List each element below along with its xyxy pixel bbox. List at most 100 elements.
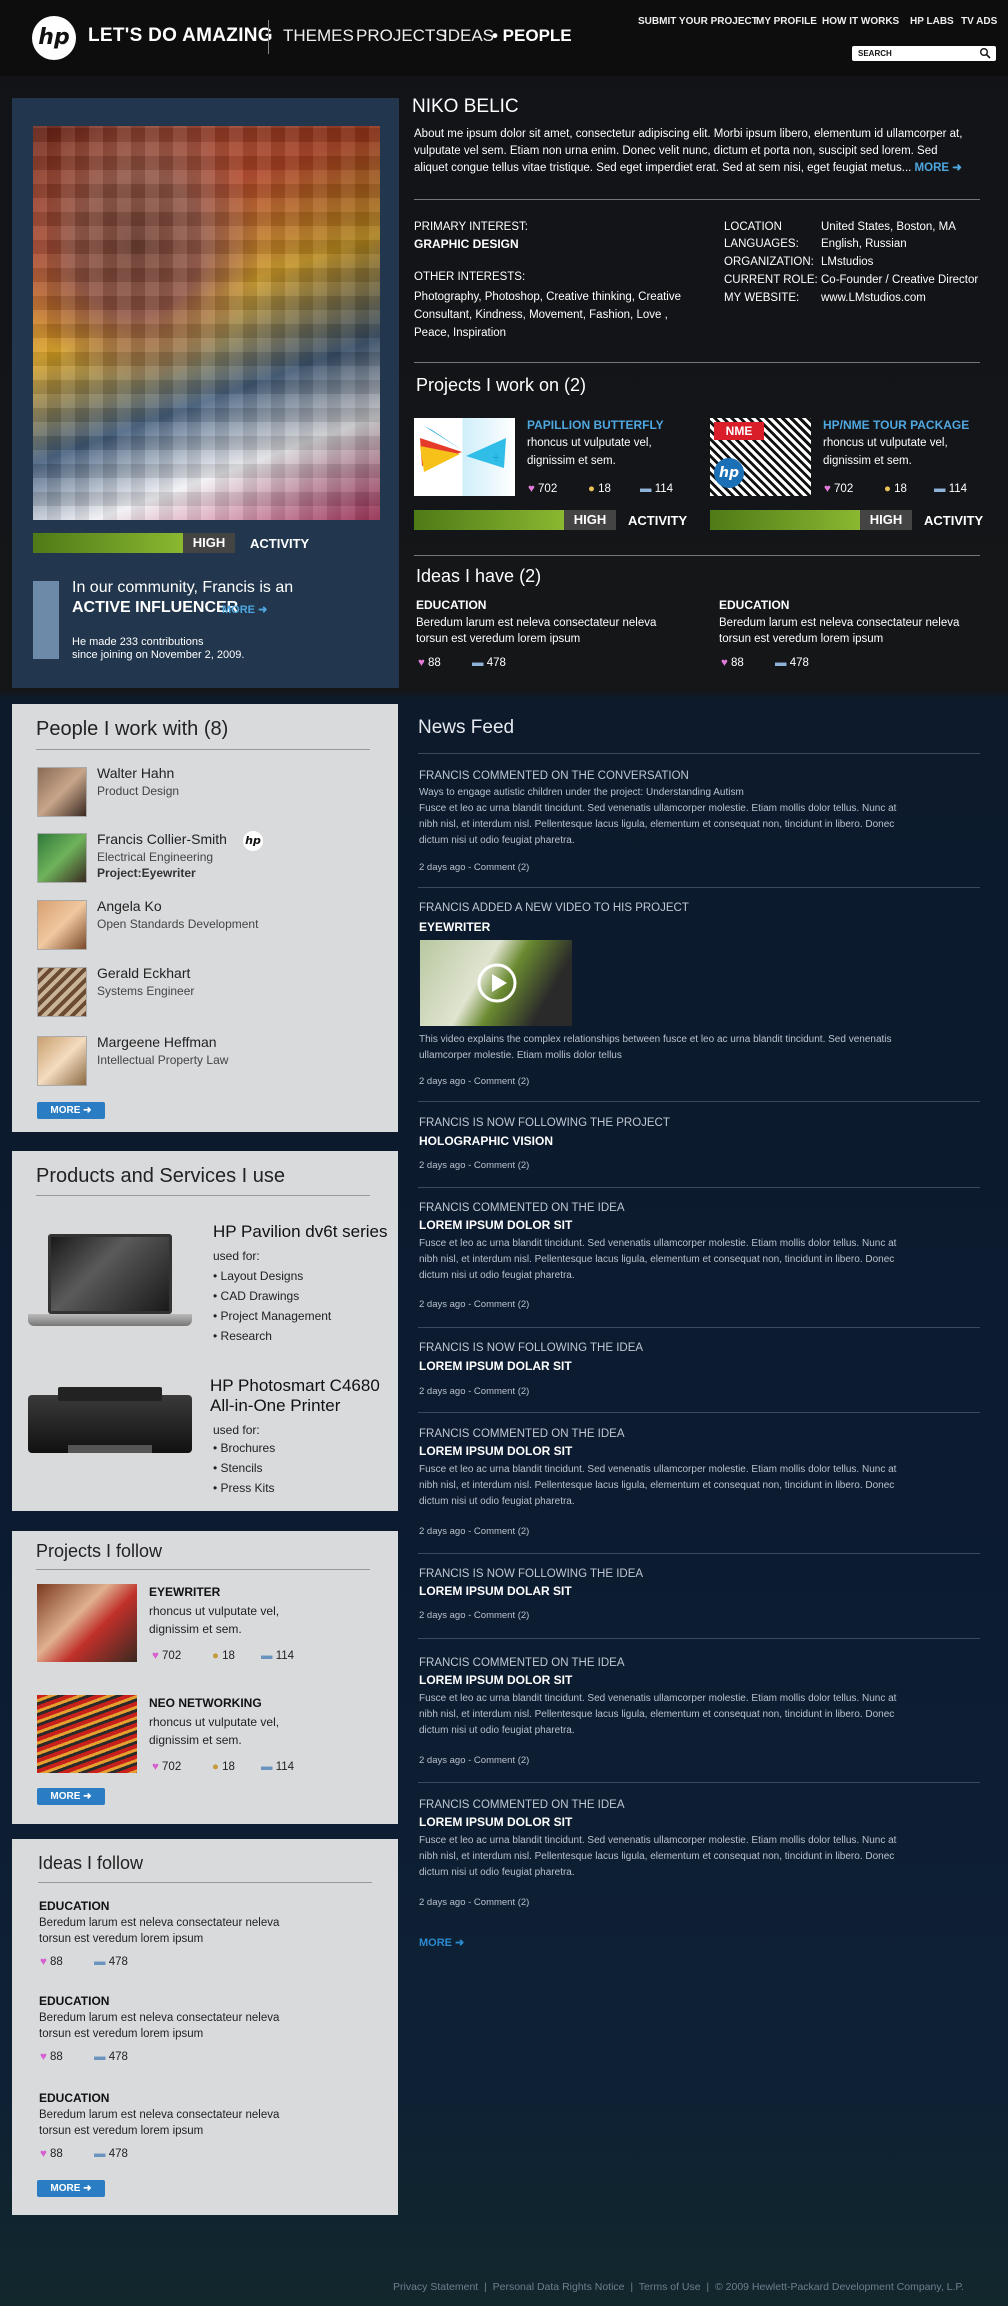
about-more-link[interactable]: MORE ➜ bbox=[915, 162, 962, 174]
project-thumb-nme-tour[interactable]: NME hp bbox=[710, 418, 811, 496]
more-label: MORE bbox=[419, 1937, 452, 1949]
link-my-profile[interactable]: MY PROFILE bbox=[756, 16, 817, 27]
likes-stat: ♥ 702 bbox=[152, 1650, 181, 1662]
project-title-link[interactable]: EYEWRITER bbox=[149, 1585, 220, 1599]
feed-meta-comment-link[interactable]: 2 days ago - Comment (2) bbox=[419, 1897, 529, 1908]
nav-people[interactable]: • PEOPLE bbox=[492, 26, 572, 46]
feed-text: dictum nisi ut odio feugiat pharetra. bbox=[419, 835, 575, 846]
comments-stat: ▬ 478 bbox=[775, 657, 809, 669]
avatar[interactable] bbox=[37, 967, 87, 1017]
avatar[interactable] bbox=[37, 1036, 87, 1086]
more-label: MORE bbox=[50, 1105, 81, 1116]
project-title-link[interactable]: PAPILLION BUTTERFLY bbox=[527, 418, 664, 432]
divider bbox=[418, 1187, 980, 1188]
link-submit-project[interactable]: SUBMIT YOUR PROJECT bbox=[638, 16, 758, 27]
feed-meta-comment-link[interactable]: 2 days ago - Comment (2) bbox=[419, 1610, 529, 1621]
comments-count: 478 bbox=[108, 1956, 128, 1968]
project-thumb-neo-networking[interactable] bbox=[37, 1695, 137, 1773]
product-name[interactable]: HP Photosmart C4680 bbox=[210, 1376, 380, 1396]
feed-text: Fusce et leo ac urna blandit tincidunt. … bbox=[419, 1464, 897, 1475]
nav-ideas[interactable]: IDEAS bbox=[443, 26, 494, 46]
hp-employee-icon: hp bbox=[243, 831, 263, 851]
project-title-link[interactable]: HP/NME TOUR PACKAGE bbox=[823, 418, 969, 432]
feed-subtitle[interactable]: LOREM IPSUM DOLOR SIT bbox=[419, 1444, 572, 1458]
influencer-more-label: MORE bbox=[222, 604, 255, 616]
likes-count: 88 bbox=[50, 2051, 63, 2063]
avatar[interactable] bbox=[37, 767, 87, 817]
tagline: LET'S DO AMAZING bbox=[88, 25, 273, 46]
play-icon[interactable] bbox=[476, 962, 518, 1004]
footer-privacy-link[interactable]: Privacy Statement bbox=[393, 2281, 478, 2293]
likes-stat: ♥ 702 bbox=[824, 483, 853, 495]
feed-subtitle[interactable]: LOREM IPSUM DOLAR SIT bbox=[419, 1584, 572, 1598]
footer-terms-link[interactable]: Terms of Use bbox=[639, 2281, 701, 2293]
project-desc: dignissim et sem. bbox=[823, 455, 912, 467]
feed-subtitle[interactable]: LOREM IPSUM DOLAR SIT bbox=[419, 1359, 572, 1373]
activity-bar bbox=[33, 533, 183, 553]
feed-meta-comment-link[interactable]: 2 days ago - Comment (2) bbox=[419, 1160, 529, 1171]
feed-subtitle[interactable]: LOREM IPSUM DOLOR SIT bbox=[419, 1815, 572, 1829]
search-icon[interactable] bbox=[979, 47, 991, 59]
person-name[interactable]: Walter Hahn bbox=[97, 765, 174, 781]
detail-website[interactable]: www.LMstudios.com bbox=[821, 292, 926, 304]
svg-text:+: + bbox=[492, 449, 500, 465]
feed-meta-comment-link[interactable]: 2 days ago - Comment (2) bbox=[419, 1076, 529, 1087]
about-text: About me ipsum dolor sit amet, consectet… bbox=[414, 128, 963, 174]
search-input[interactable]: SEARCH bbox=[852, 46, 996, 61]
feed-meta-comment-link[interactable]: 2 days ago - Comment (2) bbox=[419, 1526, 529, 1537]
influencer-more-link[interactable]: MORE ➜ bbox=[222, 603, 267, 616]
feed-subtitle[interactable]: HOLOGRAPHIC VISION bbox=[419, 1134, 553, 1148]
feed-meta-comment-link[interactable]: 2 days ago - Comment (2) bbox=[419, 862, 529, 873]
hp-logo[interactable]: hp bbox=[32, 16, 76, 60]
link-how-it-works[interactable]: HOW IT WORKS bbox=[822, 16, 899, 27]
feed-more-link[interactable]: MORE ➜ bbox=[419, 1936, 464, 1949]
comment-icon: ▬ bbox=[94, 2148, 106, 2160]
product-name[interactable]: HP Pavilion dv6t series bbox=[213, 1222, 388, 1242]
link-hp-labs[interactable]: HP LABS bbox=[910, 16, 954, 27]
feed-subtitle[interactable]: LOREM IPSUM DOLOR SIT bbox=[419, 1218, 572, 1232]
profile-name: NIKO BELIC bbox=[412, 96, 519, 117]
person-name[interactable]: Francis Collier-Smith bbox=[97, 831, 227, 847]
activity-label: ACTIVITY bbox=[924, 513, 984, 528]
feed-meta-comment-link[interactable]: 2 days ago - Comment (2) bbox=[419, 1299, 529, 1310]
projects-follow-more-button[interactable]: MORE ➜ bbox=[37, 1788, 105, 1805]
idea-text: Beredum larum est neleva consectateur ne… bbox=[39, 1917, 280, 1929]
project-thumb-papillion[interactable]: + bbox=[414, 418, 515, 496]
project-title-link[interactable]: NEO NETWORKING bbox=[149, 1696, 262, 1710]
avatar[interactable] bbox=[37, 833, 87, 883]
link-tv-ads[interactable]: TV ADS bbox=[961, 16, 997, 27]
feed-heading: FRANCIS IS NOW FOLLOWING THE IDEA bbox=[419, 1568, 644, 1580]
feed-subtitle[interactable]: LOREM IPSUM DOLOR SIT bbox=[419, 1673, 572, 1687]
idea-text: torsun est veredum lorem ipsum bbox=[39, 2028, 204, 2040]
search-placeholder: SEARCH bbox=[858, 49, 892, 58]
people-more-button[interactable]: MORE ➜ bbox=[37, 1102, 105, 1119]
use-item: • Layout Designs bbox=[213, 1269, 304, 1283]
feed-heading: FRANCIS COMMENTED ON THE IDEA bbox=[419, 1657, 625, 1669]
likes-count: 88 bbox=[731, 657, 744, 669]
video-description: ullamcorper molestie. Etiam mollis dolor… bbox=[419, 1050, 622, 1061]
idea-category: EDUCATION bbox=[416, 598, 487, 612]
nav-projects[interactable]: PROJECTS bbox=[356, 26, 447, 46]
feed-subtitle[interactable]: Ways to engage autistic children under t… bbox=[419, 785, 744, 801]
butterfly-image: + bbox=[420, 426, 506, 472]
project-thumb-eyewriter[interactable] bbox=[37, 1584, 137, 1662]
idea-text: torsun est veredum lorem ipsum bbox=[719, 633, 884, 645]
project-desc: dignissim et sem. bbox=[527, 455, 616, 467]
feed-meta-comment-link[interactable]: 2 days ago - Comment (2) bbox=[419, 1386, 529, 1397]
avatar[interactable] bbox=[37, 900, 87, 950]
person-project[interactable]: Project:Eyewriter bbox=[97, 866, 196, 880]
feed-subtitle[interactable]: EYEWRITER bbox=[419, 920, 490, 934]
idea-text: Beredum larum est neleva consectateur ne… bbox=[39, 2012, 280, 2024]
person-name[interactable]: Margeene Heffman bbox=[97, 1034, 217, 1050]
person-name[interactable]: Angela Ko bbox=[97, 898, 162, 914]
other-interests-label: OTHER INTERESTS: bbox=[414, 271, 526, 283]
footer-rights-link[interactable]: Personal Data Rights Notice bbox=[493, 2281, 625, 2293]
person-name[interactable]: Gerald Eckhart bbox=[97, 965, 190, 981]
feed-text: dictum nisi ut odio feugiat pharetra. bbox=[419, 1270, 575, 1281]
nav-themes[interactable]: THEMES bbox=[283, 26, 354, 46]
video-thumbnail[interactable] bbox=[420, 940, 572, 1026]
feed-meta-comment-link[interactable]: 2 days ago - Comment (2) bbox=[419, 1755, 529, 1766]
feed-text: nibh nisl, et interdum nisl. Pellentesqu… bbox=[419, 1254, 895, 1265]
heart-icon: ♥ bbox=[418, 657, 425, 669]
ideas-follow-more-button[interactable]: MORE ➜ bbox=[37, 2180, 105, 2197]
